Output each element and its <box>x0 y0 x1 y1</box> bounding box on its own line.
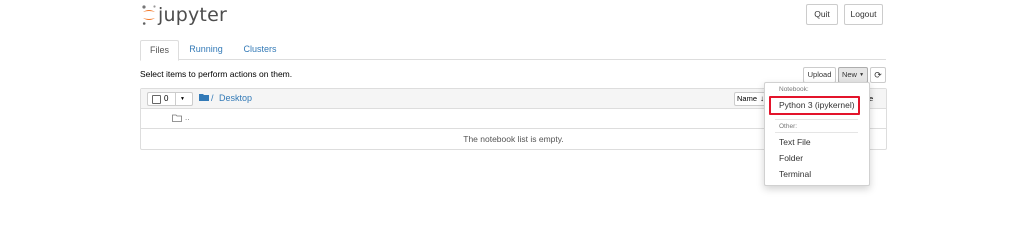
selection-hint: Select items to perform actions on them. <box>140 69 293 79</box>
logo-text: jupyter <box>158 4 227 26</box>
tab-running[interactable]: Running <box>185 40 227 59</box>
refresh-icon: ⟳ <box>874 70 882 80</box>
logout-button[interactable]: Logout <box>844 4 883 25</box>
parent-dir-link[interactable]: .. <box>185 113 189 122</box>
jupyter-logo-icon <box>142 5 156 25</box>
sort-name-label: Name <box>737 94 758 103</box>
tab-files[interactable]: Files <box>140 40 179 61</box>
new-dropdown-button[interactable]: New ▼ <box>838 67 868 83</box>
quit-button[interactable]: Quit <box>806 4 838 25</box>
select-dropdown-divider <box>175 93 176 105</box>
tab-clusters[interactable]: Clusters <box>239 40 281 59</box>
caret-down-icon: ▼ <box>859 72 865 79</box>
menu-divider <box>775 119 858 120</box>
folder-icon <box>199 93 209 103</box>
new-button-label: New <box>841 70 857 79</box>
upload-button[interactable]: Upload <box>803 67 836 83</box>
selected-count: 0 <box>164 94 169 103</box>
menu-item-folder[interactable]: Folder <box>779 153 803 163</box>
folder-outline-icon <box>172 114 182 124</box>
new-dropdown-menu: Notebook: Python 3 (ipykernel) Other: Te… <box>764 82 870 186</box>
other-section-header: Other: <box>779 123 798 130</box>
breadcrumb-current[interactable]: Desktop <box>219 93 252 103</box>
menu-item-terminal[interactable]: Terminal <box>779 169 811 179</box>
menu-divider <box>775 132 858 133</box>
tab-bar: Files Running Clusters <box>140 40 886 61</box>
menu-item-python3[interactable]: Python 3 (ipykernel) <box>779 100 855 110</box>
select-all-group[interactable]: 0 ▼ <box>147 92 193 106</box>
notebook-section-header: Notebook: <box>779 86 809 93</box>
select-dropdown-caret-icon[interactable]: ▼ <box>180 93 185 105</box>
select-all-checkbox[interactable] <box>152 95 161 104</box>
jupyter-logo[interactable]: jupyter <box>141 3 227 27</box>
menu-item-text-file[interactable]: Text File <box>779 137 811 147</box>
breadcrumb-separator: / <box>211 93 214 103</box>
refresh-button[interactable]: ⟳ <box>870 67 886 83</box>
